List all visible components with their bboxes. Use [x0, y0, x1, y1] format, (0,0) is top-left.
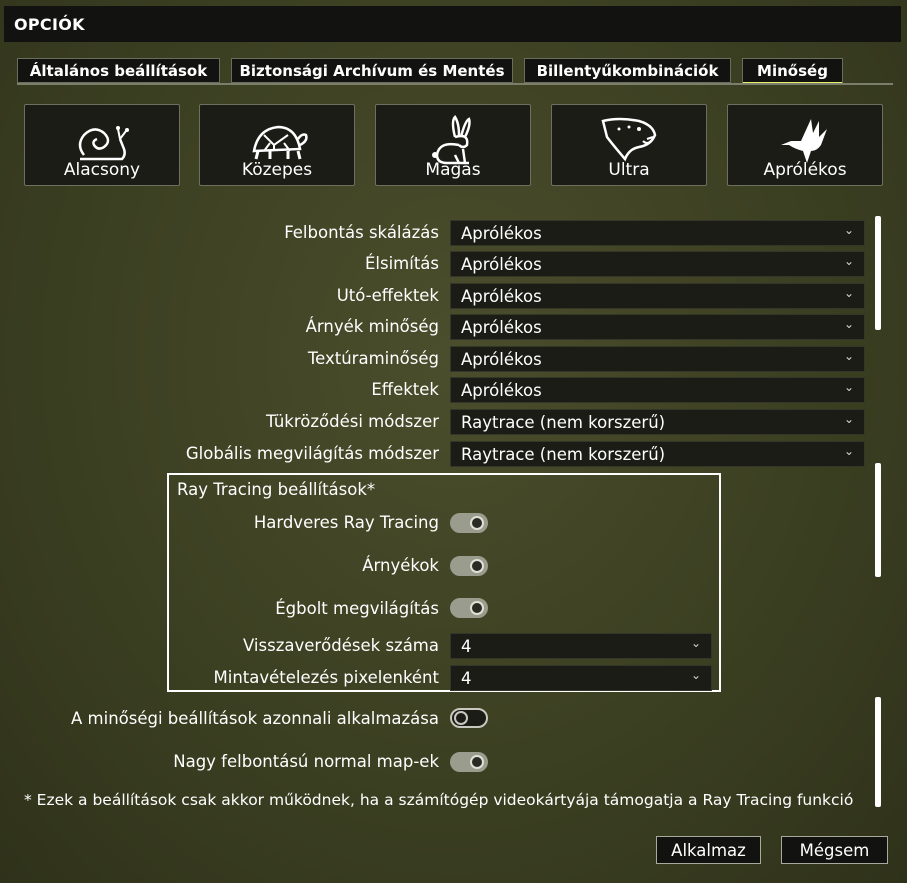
preset-label: Aprólékos: [763, 160, 847, 180]
toggle-knob: [470, 755, 484, 769]
preset-label: Magas: [425, 160, 481, 180]
window-title-bar: OPCIÓK: [4, 6, 901, 42]
texture-quality-dropdown[interactable]: Aprólékos ⌄: [450, 346, 865, 372]
antialiasing-label: Élsimítás: [364, 254, 439, 273]
hardware-raytracing-toggle[interactable]: [450, 513, 488, 533]
cancel-button[interactable]: Mégsem: [781, 836, 888, 864]
sky-lighting-label: Égbolt megvilágítás: [275, 599, 439, 618]
resolution-scale-dropdown[interactable]: Aprólékos ⌄: [450, 220, 865, 246]
window-title: OPCIÓK: [14, 14, 85, 34]
scrollbar-raytracing[interactable]: [875, 463, 881, 577]
preset-low[interactable]: Alacsony: [24, 104, 180, 186]
samples-per-pixel-dropdown[interactable]: 4 ⌄: [450, 665, 712, 691]
raytracing-footnote: * Ezek a beállítások csak akkor működnek…: [24, 791, 854, 809]
scrollbar-settings[interactable]: [875, 216, 881, 330]
chevron-down-icon: ⌄: [843, 223, 854, 237]
sky-lighting-toggle[interactable]: [450, 598, 488, 618]
bounce-count-dropdown[interactable]: 4 ⌄: [450, 633, 712, 659]
tab-quality[interactable]: Minőség: [742, 58, 843, 85]
hardware-raytracing-label: Hardveres Ray Tracing: [253, 513, 439, 532]
apply-immediately-label: A minőségi beállítások azonnali alkalmaz…: [71, 709, 439, 728]
preset-label: Közepes: [241, 160, 313, 180]
post-effects-dropdown[interactable]: Aprólékos ⌄: [450, 283, 865, 309]
toggle-knob: [470, 559, 484, 573]
preset-medium[interactable]: Közepes: [199, 104, 355, 186]
toggle-knob: [454, 711, 468, 725]
tab-shortcuts[interactable]: Billentyűkombinációk: [524, 58, 731, 83]
texture-quality-label: Textúraminőség: [307, 349, 439, 368]
toggle-knob: [470, 516, 484, 530]
scrollbar-bottom[interactable]: [875, 697, 881, 807]
tab-backup[interactable]: Biztonsági Archívum és Mentés: [231, 58, 513, 83]
rt-shadows-label: Árnyékok: [362, 556, 439, 575]
apply-immediately-toggle[interactable]: [450, 708, 488, 728]
tab-divider: [17, 83, 893, 85]
raytracing-title: Ray Tracing beállítások*: [177, 480, 376, 499]
hires-normal-maps-toggle[interactable]: [450, 752, 488, 772]
preset-label: Ultra: [608, 160, 650, 180]
chevron-down-icon: ⌄: [843, 254, 854, 268]
chevron-down-icon: ⌄: [843, 444, 854, 458]
preset-epic[interactable]: Aprólékos: [727, 104, 883, 186]
bounce-count-label: Visszaverődések száma: [243, 636, 439, 655]
toggle-knob: [470, 601, 484, 615]
post-effects-label: Utó-effektek: [336, 286, 439, 305]
reflection-method-dropdown[interactable]: Raytrace (nem korszerű) ⌄: [450, 409, 865, 435]
global-illumination-label: Globális megvilágítás módszer: [185, 444, 439, 463]
reflection-method-label: Tükröződési módszer: [266, 412, 439, 431]
shadow-quality-label: Árnyék minőség: [305, 317, 439, 336]
chevron-down-icon: ⌄: [843, 349, 854, 363]
preset-ultra[interactable]: Ultra: [551, 104, 707, 186]
preset-label: Alacsony: [63, 160, 141, 180]
effects-label: Effektek: [371, 380, 439, 399]
samples-per-pixel-label: Mintavételezés pixelenként: [213, 668, 440, 687]
chevron-down-icon: ⌄: [843, 380, 854, 394]
chevron-down-icon: ⌄: [843, 412, 854, 426]
rt-shadows-toggle[interactable]: [450, 556, 488, 576]
preset-high[interactable]: Magas: [375, 104, 531, 186]
chevron-down-icon: ⌄: [843, 286, 854, 300]
shadow-quality-dropdown[interactable]: Aprólékos ⌄: [450, 314, 865, 340]
cheetah-icon: [601, 117, 657, 162]
effects-dropdown[interactable]: Aprólékos ⌄: [450, 377, 865, 403]
raytracing-group: [167, 473, 721, 692]
resolution-scale-label: Felbontás skálázás: [284, 223, 439, 242]
antialiasing-dropdown[interactable]: Aprólékos ⌄: [450, 251, 865, 277]
chevron-down-icon: ⌄: [843, 317, 854, 331]
chevron-down-icon: ⌄: [690, 668, 701, 682]
chevron-down-icon: ⌄: [690, 636, 701, 650]
tab-general[interactable]: Általános beállítások: [17, 58, 220, 83]
hires-normal-maps-label: Nagy felbontású normal map-ek: [173, 752, 439, 771]
global-illumination-dropdown[interactable]: Raytrace (nem korszerű) ⌄: [450, 441, 865, 467]
apply-button[interactable]: Alkalmaz: [656, 836, 761, 864]
